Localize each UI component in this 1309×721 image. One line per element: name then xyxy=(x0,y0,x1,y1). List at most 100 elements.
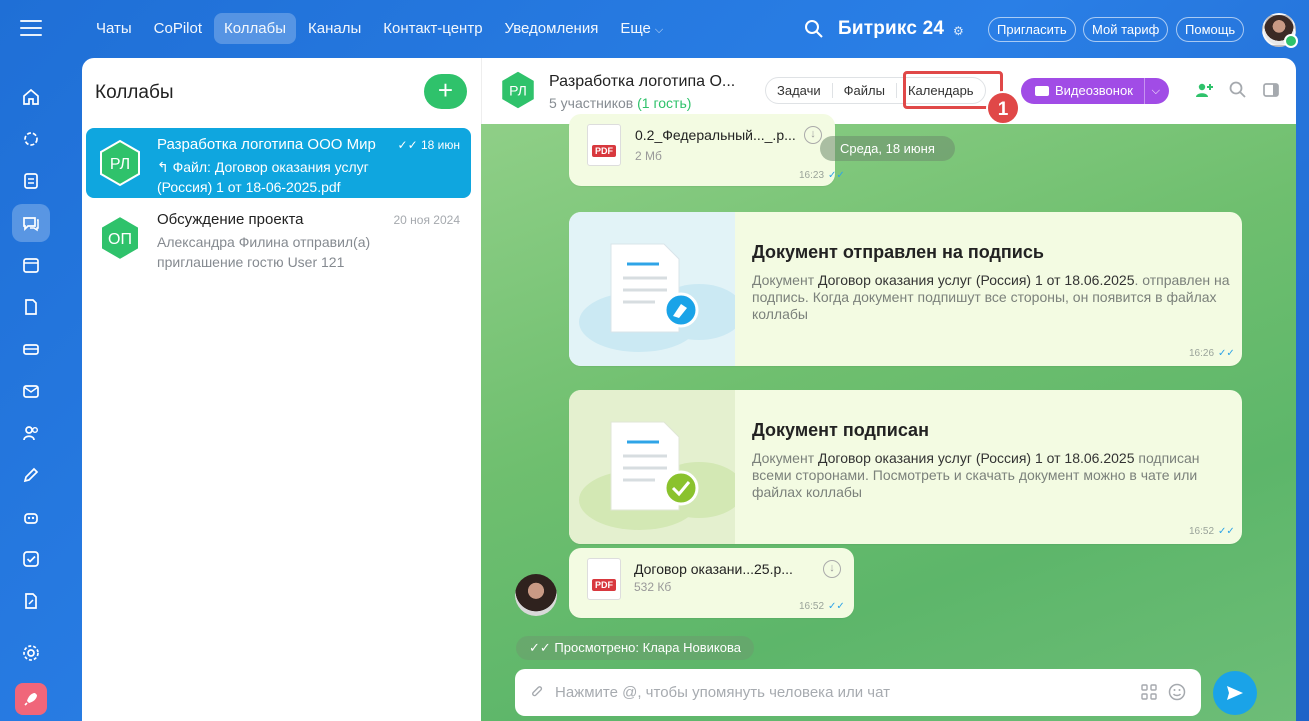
mail-icon[interactable] xyxy=(12,372,50,410)
emoji-icon[interactable] xyxy=(1168,683,1186,701)
camera-icon xyxy=(1035,86,1049,96)
message-time: 16:52 ✓✓ xyxy=(1189,526,1235,537)
chat-messages-area[interactable]: PDF 0.2_Федеральный..._.p... 2 Мб ↓ 16:2… xyxy=(481,114,1296,721)
list-item-date: ✓✓ 18 июн xyxy=(397,138,460,152)
list-item-project-discussion[interactable]: ОП Обсуждение проекта 20 ноя 2024 Алекса… xyxy=(86,203,471,273)
left-rail xyxy=(0,58,62,721)
card-title: Документ отправлен на подпись xyxy=(752,242,1044,262)
nav-contact-center[interactable]: Контакт-центр xyxy=(373,13,492,44)
collab-avatar: РЛ xyxy=(100,139,140,187)
seen-status: ✓✓ Просмотрено: Клара Новикова xyxy=(516,636,754,660)
tasks-icon[interactable] xyxy=(12,540,50,578)
read-check-icon: ✓✓ xyxy=(397,138,421,152)
apps-grid-icon[interactable] xyxy=(1141,684,1157,700)
video-call-button[interactable]: Видеозвонок ⌵ xyxy=(1021,78,1169,104)
list-item-title: Обсуждение проекта xyxy=(157,211,304,228)
status-icon xyxy=(1284,34,1298,48)
attach-icon[interactable] xyxy=(529,684,546,701)
rocket-icon[interactable] xyxy=(15,683,47,715)
brand-logo[interactable]: Битрикс 24 xyxy=(838,18,944,40)
collab-avatar: ОП xyxy=(100,214,140,262)
read-check-icon: ✓✓ xyxy=(1218,526,1235,537)
svg-text:ОП: ОП xyxy=(108,231,132,248)
chevron-down-icon[interactable]: ⌵ xyxy=(1143,78,1160,104)
file-size: 2 Мб xyxy=(635,149,662,163)
nav-collabs[interactable]: Коллабы xyxy=(214,13,297,44)
main-nav: Чаты CoPilot Коллабы Каналы Контакт-цент… xyxy=(86,13,675,44)
send-icon xyxy=(1227,686,1243,700)
file-name[interactable]: 0.2_Федеральный..._.p... xyxy=(635,127,796,143)
settings-sliders-icon[interactable]: ⚙ xyxy=(953,24,964,38)
document-link[interactable]: Договор оказания услуг (Россия) 1 от 18.… xyxy=(818,272,1134,288)
collab-icon[interactable] xyxy=(12,120,50,158)
users-icon[interactable] xyxy=(12,414,50,452)
pdf-file-icon: PDF xyxy=(587,558,621,600)
download-icon[interactable]: ↓ xyxy=(804,126,822,144)
list-item-subtitle: ↰ Файл: Договор оказания услуг (Россия) … xyxy=(157,159,369,195)
user-avatar[interactable] xyxy=(1262,13,1298,48)
docs-icon[interactable] xyxy=(12,288,50,326)
nav-channels[interactable]: Каналы xyxy=(298,13,371,44)
chat-panel: РЛ Разработка логотипа О... 5 участников… xyxy=(481,58,1296,721)
file-message[interactable]: PDF Договор оказани...25.p... 532 Кб ↓ 1… xyxy=(569,548,854,618)
nav-more[interactable]: Еще xyxy=(610,13,673,44)
document-sign-icon xyxy=(569,212,735,366)
read-check-icon: ✓✓ xyxy=(828,170,845,181)
message-time: 16:26 ✓✓ xyxy=(1189,348,1235,359)
nav-notifications[interactable]: Уведомления xyxy=(495,13,609,44)
crm-icon[interactable] xyxy=(12,330,50,368)
read-check-icon: ✓✓ xyxy=(1218,348,1235,359)
list-item-logo-collab[interactable]: РЛ Разработка логотипа ООО Мир ✓✓ 18 июн… xyxy=(86,128,471,198)
download-icon[interactable]: ↓ xyxy=(823,560,841,578)
message-input-box xyxy=(515,669,1201,716)
file-name[interactable]: Договор оказани...25.p... xyxy=(634,561,793,577)
step-badge: 1 xyxy=(986,91,1020,125)
collabs-list-panel: Коллабы + РЛ Разработка логотипа ООО Мир… xyxy=(82,58,481,721)
search-icon[interactable] xyxy=(1228,80,1248,100)
calendar-icon[interactable] xyxy=(12,246,50,284)
read-check-icon: ✓✓ xyxy=(529,640,555,655)
edit-icon[interactable] xyxy=(12,456,50,494)
signed-card: Документ подписан Документ Договор оказа… xyxy=(569,390,1242,544)
list-title: Коллабы xyxy=(95,82,174,103)
chat-members[interactable]: 5 участников (1 гость) xyxy=(549,95,691,111)
search-icon[interactable] xyxy=(804,19,824,39)
tab-files[interactable]: Файлы xyxy=(833,83,897,98)
add-collab-button[interactable]: + xyxy=(424,74,467,109)
card-title: Документ подписан xyxy=(752,420,929,440)
sender-avatar[interactable] xyxy=(515,574,557,616)
pdf-file-icon: PDF xyxy=(587,124,621,166)
send-button[interactable] xyxy=(1213,671,1257,715)
message-input[interactable] xyxy=(555,681,1115,703)
add-user-icon[interactable] xyxy=(1194,80,1214,100)
invite-button[interactable]: Пригласить xyxy=(988,17,1076,42)
card-text: Документ Договор оказания услуг (Россия)… xyxy=(752,272,1230,322)
menu-icon[interactable] xyxy=(20,20,42,38)
card-text: Документ Договор оказания услуг (Россия)… xyxy=(752,450,1200,500)
top-navigation-bar: Чаты CoPilot Коллабы Каналы Контакт-цент… xyxy=(0,0,1309,58)
tab-calendar[interactable]: Календарь xyxy=(897,83,985,98)
nav-copilot[interactable]: CoPilot xyxy=(144,13,212,44)
document-link[interactable]: Договор оказания услуг (Россия) 1 от 18.… xyxy=(818,450,1134,466)
sign-icon[interactable] xyxy=(12,582,50,620)
sidebar-toggle-icon[interactable] xyxy=(1261,80,1281,100)
document-signed-icon xyxy=(569,390,735,544)
chat-title[interactable]: Разработка логотипа О... xyxy=(549,73,735,91)
chat-icon[interactable] xyxy=(12,204,50,242)
read-check-icon: ✓✓ xyxy=(828,601,845,612)
chat-tabs: Задачи Файлы Календарь xyxy=(765,77,986,104)
file-size: 532 Кб xyxy=(634,580,672,594)
feed-icon[interactable] xyxy=(12,162,50,200)
svg-text:РЛ: РЛ xyxy=(110,156,130,173)
robot-icon[interactable] xyxy=(12,498,50,536)
help-button[interactable]: Помощь xyxy=(1176,17,1245,42)
my-tariff-button[interactable]: Мой тариф xyxy=(1083,17,1169,42)
settings-icon[interactable] xyxy=(12,634,50,672)
home-icon[interactable] xyxy=(12,78,50,116)
file-message[interactable]: PDF 0.2_Федеральный..._.p... 2 Мб ↓ 16:2… xyxy=(569,114,845,186)
tab-tasks[interactable]: Задачи xyxy=(766,83,833,98)
nav-chats[interactable]: Чаты xyxy=(86,13,142,44)
sign-sent-card: Документ отправлен на подпись Документ Д… xyxy=(569,212,1242,366)
list-item-title: Разработка логотипа ООО Мир xyxy=(157,136,376,153)
collab-avatar[interactable]: РЛ xyxy=(497,69,539,111)
